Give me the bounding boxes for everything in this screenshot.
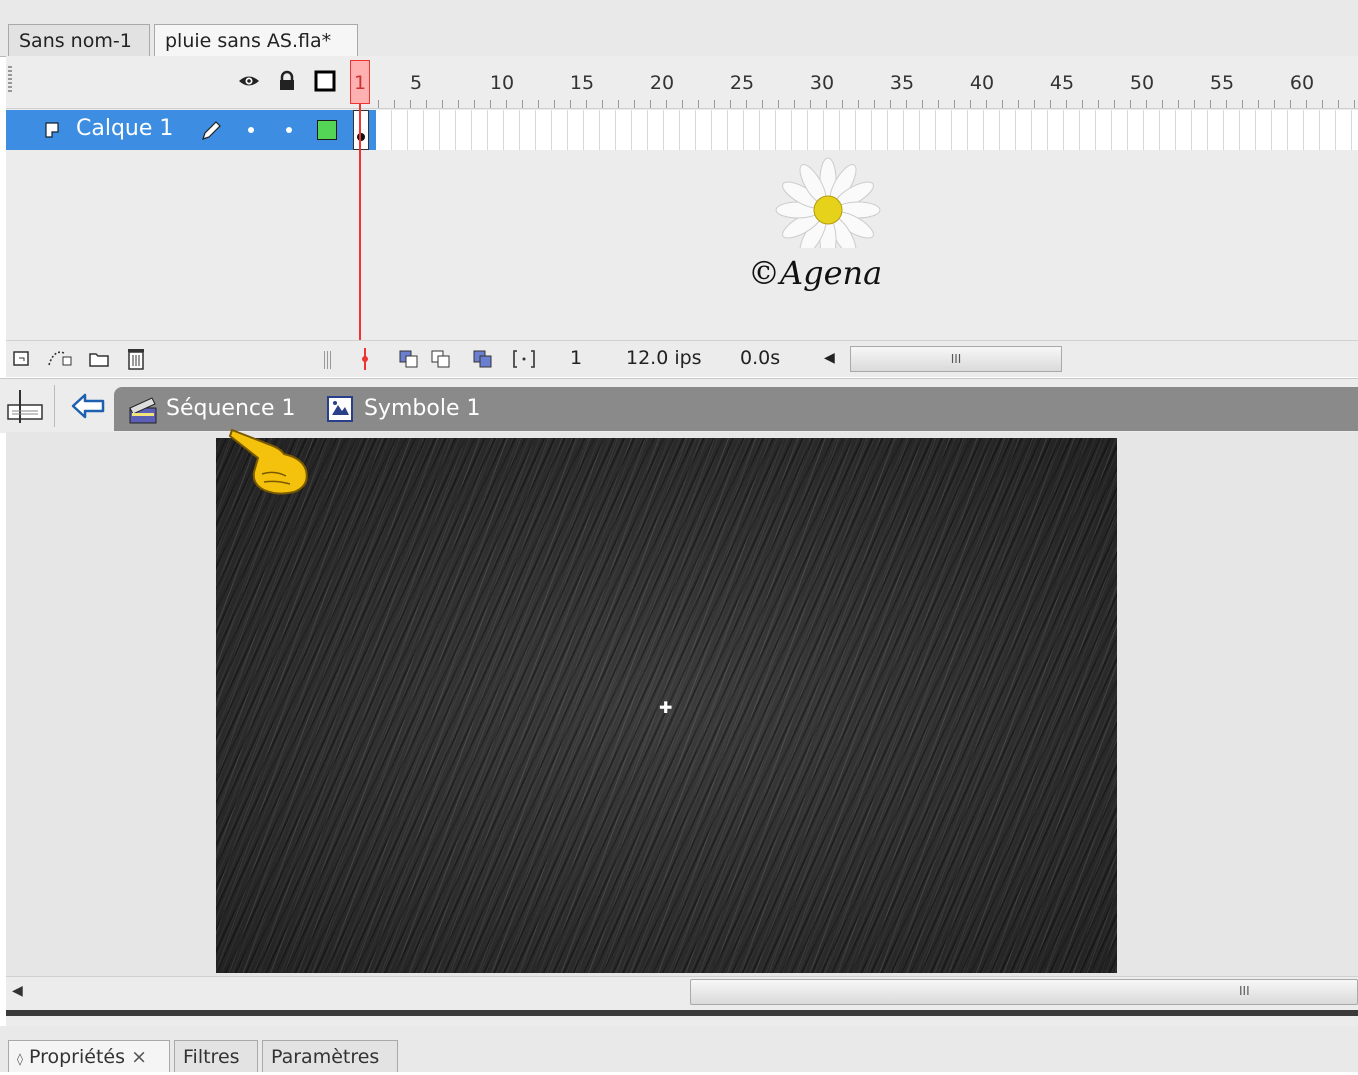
frame-number-5: 5 xyxy=(409,72,423,94)
frame-number-20: 20 xyxy=(649,72,675,94)
visibility-dot[interactable] xyxy=(248,127,254,133)
clapperboard-icon xyxy=(129,397,157,424)
modify-onion-markers-icon[interactable] xyxy=(512,349,536,369)
frame-number-25: 25 xyxy=(729,72,755,94)
properties-panel-tabs: ◊ Propriétés × Filtres Paramètres xyxy=(0,1026,1358,1072)
frame-number-10: 10 xyxy=(489,72,515,94)
timeline-footer: 1 12.0 ips 0.0s ◀ III xyxy=(6,340,1358,377)
pencil-icon xyxy=(202,121,221,140)
current-frame-value: 1 xyxy=(570,347,583,369)
empty-layer-area: ©Agena xyxy=(6,150,1358,340)
lock-icon[interactable] xyxy=(276,70,298,92)
folder-icon[interactable] xyxy=(88,349,110,369)
timeline-header: 1 5 10 15 20 25 30 35 40 45 50 55 60 xyxy=(6,56,1358,109)
tab-pluie-sans-as[interactable]: pluie sans AS.fla* xyxy=(154,24,358,56)
frame-rate-value[interactable]: 12.0 ips xyxy=(626,347,702,369)
frame-number-35: 35 xyxy=(889,72,915,94)
close-icon[interactable]: × xyxy=(131,1046,147,1068)
frame-number-40: 40 xyxy=(969,72,995,94)
motion-guide-icon[interactable] xyxy=(46,347,72,369)
scroll-thumb-grip: III xyxy=(1239,984,1250,998)
layer-color-swatch[interactable] xyxy=(317,120,337,140)
outline-icon[interactable] xyxy=(314,70,336,92)
tab-parametres[interactable]: Paramètres xyxy=(262,1040,398,1072)
stage-canvas[interactable]: ✚ xyxy=(216,438,1117,973)
resize-grip[interactable] xyxy=(324,351,332,369)
keyframe-1[interactable] xyxy=(353,110,369,150)
edit-bar-divider xyxy=(54,385,55,427)
playhead-line xyxy=(359,104,361,346)
frame-number-50: 50 xyxy=(1129,72,1155,94)
trash-icon[interactable] xyxy=(126,347,146,371)
frame-number-30: 30 xyxy=(809,72,835,94)
layer-name[interactable]: Calque 1 xyxy=(76,116,173,141)
frame-number-60: 60 xyxy=(1289,72,1315,94)
center-frame-icon[interactable] xyxy=(358,347,372,371)
panel-separator[interactable] xyxy=(6,1008,1358,1026)
scroll-left-icon[interactable]: ◀ xyxy=(12,983,23,999)
frame-number-1: 1 xyxy=(353,72,367,94)
stage-horizontal-scrollbar[interactable]: ◀ III xyxy=(6,976,1358,1009)
lock-dot[interactable] xyxy=(286,127,292,133)
layer-icon xyxy=(45,122,59,138)
stage-scroll-thumb[interactable]: III xyxy=(690,979,1358,1005)
breadcrumb-symbol-1[interactable]: Symbole 1 xyxy=(364,387,480,431)
new-layer-icon[interactable] xyxy=(12,349,32,369)
tab-proprietes-label: Propriétés xyxy=(28,1046,126,1068)
collapse-icon: ◊ xyxy=(17,1052,23,1066)
layer-row-calque-1[interactable]: Calque 1 xyxy=(6,110,376,150)
eye-icon[interactable] xyxy=(238,70,260,92)
tab-filtres[interactable]: Filtres xyxy=(174,1040,258,1072)
pointing-hand-icon xyxy=(228,428,308,495)
timeline-panel: 1 5 10 15 20 25 30 35 40 45 50 55 60 Cal… xyxy=(6,56,1358,377)
layer-frames[interactable] xyxy=(353,110,1358,150)
back-arrow-icon[interactable] xyxy=(70,391,106,421)
frame-ruler[interactable] xyxy=(378,100,1358,108)
edit-bar: Séquence 1 Symbole 1 xyxy=(0,378,1358,433)
timeline-scroll-thumb[interactable]: III xyxy=(850,346,1062,372)
document-tab-bar: Sans nom-1 pluie sans AS.fla* xyxy=(0,0,1358,57)
frame-number-55: 55 xyxy=(1209,72,1235,94)
tab-sans-nom-1[interactable]: Sans nom-1 xyxy=(8,24,150,56)
elapsed-time-value: 0.0s xyxy=(740,347,781,369)
scroll-left-arrow-icon[interactable]: ◀ xyxy=(824,350,835,366)
edit-multiple-frames-icon[interactable] xyxy=(472,349,494,369)
flower-watermark xyxy=(775,157,881,248)
watermark-text: ©Agena xyxy=(748,254,883,292)
stage-area: ✚ xyxy=(6,428,1358,976)
timeline-toggle-icon[interactable] xyxy=(6,387,46,425)
frame-number-45: 45 xyxy=(1049,72,1075,94)
frame-number-15: 15 xyxy=(569,72,595,94)
panel-grip[interactable] xyxy=(8,66,12,94)
onion-skin-outlines-icon[interactable] xyxy=(430,349,452,369)
onion-skin-icon[interactable] xyxy=(398,349,420,369)
symbol-icon xyxy=(327,396,353,422)
registration-point-icon: ✚ xyxy=(659,698,673,717)
tab-proprietes[interactable]: ◊ Propriétés × xyxy=(8,1040,170,1072)
separator-line xyxy=(6,1010,1358,1016)
